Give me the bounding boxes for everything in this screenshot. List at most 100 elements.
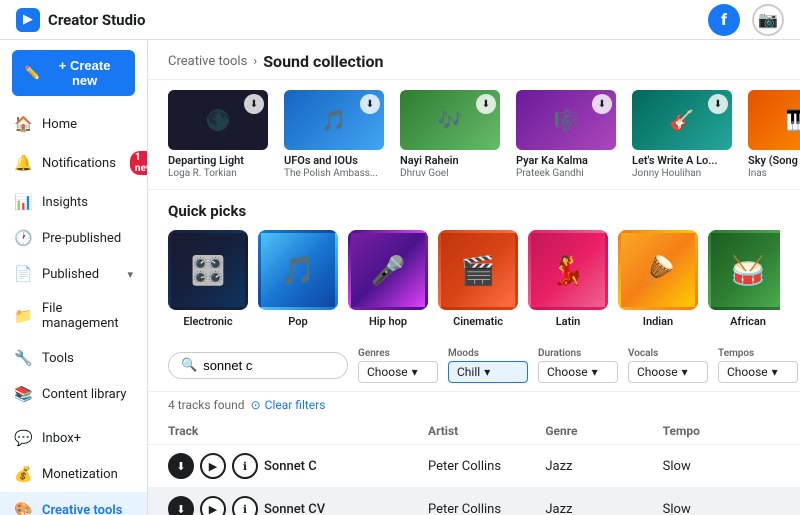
dropdown-arrow-icon: ▾ — [772, 365, 778, 379]
sidebar-item-file-management[interactable]: 📁 File management — [0, 292, 147, 340]
col-genre: Genre — [545, 424, 662, 438]
top-bar-left: ▶ Creator Studio — [16, 8, 145, 32]
track-title: Departing Light — [168, 154, 268, 168]
sidebar-item-notifications[interactable]: 🔔 Notifications 1 new — [0, 142, 147, 184]
instagram-icon[interactable]: 📷 — [752, 4, 784, 36]
play-icon[interactable]: ⬇ — [592, 94, 612, 114]
play-button[interactable]: ▶ — [200, 496, 226, 515]
genre-thumbnail: 🎬 — [438, 230, 518, 310]
sidebar-item-insights[interactable]: 📊 Insights — [0, 184, 147, 220]
durations-select[interactable]: Choose ▾ — [538, 361, 618, 383]
sidebar-item-label: Tools — [42, 351, 74, 366]
featured-track[interactable]: 🎼 ⬇ Pyar Ka Kalma Prateek Gandhi — [516, 90, 616, 179]
filters-bar: 🔍 Genres Choose ▾ Moods Chill ▾ — [148, 340, 800, 392]
genre-label: Pop — [258, 315, 338, 328]
track-title: Let's Write A Lo... — [632, 154, 732, 168]
track-name: Sonnet C — [264, 459, 317, 474]
search-input[interactable] — [203, 358, 323, 373]
genre-label: Indian — [618, 315, 698, 328]
dropdown-arrow-icon: ▾ — [484, 365, 490, 379]
sidebar-item-tools[interactable]: 🔧 Tools — [0, 340, 147, 376]
genre-thumbnail: 🎤 — [348, 230, 428, 310]
track-thumb-image: 🌑 — [206, 108, 231, 132]
main-content: Creative tools › Sound collection 🌑 ⬇ De… — [148, 40, 800, 515]
genre-electronic[interactable]: 🎛️ Electronic — [168, 230, 248, 328]
sidebar-item-inbox[interactable]: 💬 Inbox+ — [0, 420, 147, 456]
moods-select[interactable]: Chill ▾ — [448, 361, 528, 383]
genre-label: Cinematic — [438, 315, 518, 328]
play-icon[interactable]: ⬇ — [244, 94, 264, 114]
track-tempo: Slow — [663, 459, 780, 474]
genre-latin[interactable]: 💃 Latin — [528, 230, 608, 328]
track-row-actions: ⬇ ▶ ℹ Sonnet CV — [168, 496, 428, 515]
genre-thumbnail: 🥁 — [708, 230, 780, 310]
sidebar-item-label: File management — [42, 301, 133, 331]
sidebar-item-monetization[interactable]: 💰 Monetization — [0, 456, 147, 492]
download-button[interactable]: ⬇ — [168, 453, 194, 479]
main-layout: ✏️ + Create new 🏠 Home 🔔 Notifications 1… — [0, 40, 800, 515]
sidebar: ✏️ + Create new 🏠 Home 🔔 Notifications 1… — [0, 40, 148, 515]
featured-track[interactable]: 🎸 ⬇ Let's Write A Lo... Jonny Houlihan — [632, 90, 732, 179]
library-icon: 📚 — [14, 385, 32, 403]
featured-track[interactable]: 🌑 ⬇ Departing Light Loga R. Torkian — [168, 90, 268, 179]
track-thumb-image: 🎶 — [438, 108, 463, 132]
genre-pop[interactable]: 🎵 Pop — [258, 230, 338, 328]
track-thumbnail: 🎼 ⬇ — [516, 90, 616, 150]
track-artist: Dhruv Goel — [400, 168, 500, 179]
genre-label: Hip hop — [348, 315, 428, 328]
genres-select[interactable]: Choose ▾ — [358, 361, 438, 383]
genre-list: 🎛️ Electronic 🎵 Pop 🎤 Hip hop 🎬 Cinemati… — [168, 230, 780, 328]
track-artist: The Polish Ambass... — [284, 168, 384, 179]
track-genre: Jazz — [545, 459, 662, 474]
play-icon[interactable]: ⬇ — [708, 94, 728, 114]
breadcrumb-separator: › — [253, 54, 257, 69]
vocals-select[interactable]: Choose ▾ — [628, 361, 708, 383]
download-button[interactable]: ⬇ — [168, 496, 194, 515]
facebook-icon[interactable]: f — [708, 4, 740, 36]
app-title: Creator Studio — [48, 11, 145, 29]
featured-track[interactable]: 🎶 ⬇ Nayi Rahein Dhruv Goel — [400, 90, 500, 179]
genre-hiphop[interactable]: 🎤 Hip hop — [348, 230, 428, 328]
track-title: Sky (Song For ... — [748, 154, 800, 168]
create-new-button[interactable]: ✏️ + Create new — [12, 50, 135, 96]
info-button[interactable]: ℹ — [232, 496, 258, 515]
genres-filter: Genres Choose ▾ — [358, 348, 438, 383]
track-thumb-image: 🎸 — [670, 108, 695, 132]
info-button[interactable]: ℹ — [232, 453, 258, 479]
sidebar-item-creative-tools[interactable]: 🎨 Creative tools — [0, 492, 147, 515]
track-artist: Prateek Gandhi — [516, 168, 616, 179]
featured-track[interactable]: 🎵 ⬇ UFOs and IOUs The Polish Ambass... — [284, 90, 384, 179]
breadcrumb-parent[interactable]: Creative tools — [168, 54, 247, 69]
table-row: ⬇ ▶ ℹ Sonnet C Peter Collins Jazz Slow — [148, 445, 800, 488]
track-artist: Jonny Houlihan — [632, 168, 732, 179]
dropdown-arrow-icon: ▾ — [682, 365, 688, 379]
play-icon[interactable]: ⬇ — [476, 94, 496, 114]
featured-track[interactable]: 🎹 ⬇ Sky (Song For ... Inas — [748, 90, 800, 179]
sidebar-item-published[interactable]: 📄 Published ▾ — [0, 256, 147, 292]
col-track: Track — [168, 424, 428, 438]
sidebar-item-home[interactable]: 🏠 Home — [0, 106, 147, 142]
track-thumbnail: 🎹 ⬇ — [748, 90, 800, 150]
genre-cinematic[interactable]: 🎬 Cinematic — [438, 230, 518, 328]
sidebar-item-content-library[interactable]: 📚 Content library — [0, 376, 147, 412]
search-box[interactable]: 🔍 — [168, 352, 348, 379]
sidebar-item-pre-published[interactable]: 🕐 Pre-published — [0, 220, 147, 256]
clear-filters-button[interactable]: ⊙ Clear filters — [251, 398, 326, 412]
results-count: 4 tracks found — [168, 398, 245, 412]
track-title: Nayi Rahein — [400, 154, 500, 168]
genre-african[interactable]: 🥁 African — [708, 230, 780, 328]
sidebar-item-label: Inbox+ — [42, 431, 81, 446]
moods-filter-label: Moods — [448, 348, 528, 359]
play-button[interactable]: ▶ — [200, 453, 226, 479]
money-icon: 💰 — [14, 465, 32, 483]
bell-icon: 🔔 — [14, 154, 32, 172]
genre-indian[interactable]: 🪘 Indian — [618, 230, 698, 328]
sidebar-item-label: Pre-published — [42, 231, 121, 246]
sidebar-item-label: Monetization — [42, 467, 118, 482]
app-logo-icon: ▶ — [16, 8, 40, 32]
home-icon: 🏠 — [14, 115, 32, 133]
play-icon[interactable]: ⬇ — [360, 94, 380, 114]
track-row-actions: ⬇ ▶ ℹ Sonnet C — [168, 453, 428, 479]
genre-label: African — [708, 315, 780, 328]
tempos-select[interactable]: Choose ▾ — [718, 361, 798, 383]
